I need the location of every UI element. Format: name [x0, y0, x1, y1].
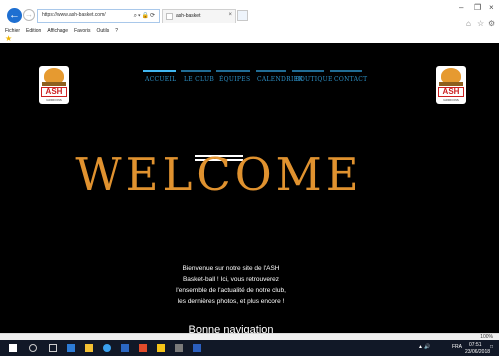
- favicon-icon: [166, 13, 173, 20]
- menu-item-help[interactable]: ?: [115, 28, 118, 34]
- nav-active-indicator: [143, 70, 176, 72]
- logo-subtitle: GRIFFONS: [46, 98, 62, 102]
- logo-band: [439, 82, 463, 86]
- close-tab-icon[interactable]: ×: [228, 12, 232, 18]
- calculator-icon[interactable]: [175, 344, 183, 352]
- search-lock-refresh-icons[interactable]: ⌕▾🔒⟳: [134, 12, 156, 20]
- nav-divider: [330, 70, 362, 72]
- internet-explorer-icon[interactable]: [103, 344, 111, 352]
- nav-le-club[interactable]: LE CLUB: [184, 76, 214, 83]
- menu-item-edition[interactable]: Edition: [26, 28, 41, 34]
- intro-line-2: Basket-ball ! Ici, vous retrouverez: [182, 276, 280, 283]
- nav-divider: [216, 70, 250, 72]
- intro-line-1: Bienvenue sur notre site de l'ASH: [182, 265, 280, 272]
- menu-bar: Fichier Edition Affichage Favoris Outils…: [5, 28, 118, 34]
- forward-button[interactable]: →: [23, 9, 35, 21]
- new-tab-button[interactable]: [237, 10, 248, 21]
- nav-accueil[interactable]: ACCUEIL: [145, 76, 176, 83]
- logo-ash-text: ASH: [438, 87, 464, 97]
- status-bar: 100%: [0, 333, 499, 340]
- edge-icon[interactable]: [67, 344, 75, 352]
- windows-taskbar: ▲ 🔊 FRA 07:51 23/06/2018 □: [0, 340, 499, 356]
- close-window-icon[interactable]: ×: [489, 3, 494, 12]
- nav-divider: [292, 70, 324, 72]
- club-logo-left[interactable]: ASH GRIFFONS: [39, 66, 69, 104]
- windows-start-icon[interactable]: [9, 344, 17, 352]
- language-indicator[interactable]: FRA: [452, 344, 462, 350]
- menu-item-affichage[interactable]: Affichage: [47, 28, 68, 34]
- tab-title: ash-basket: [176, 13, 201, 19]
- nav-equipes[interactable]: ÉQUIPES: [219, 76, 250, 83]
- favorites-star-icon[interactable]: ☆: [477, 19, 484, 28]
- clock-date[interactable]: 23/06/2018: [465, 349, 490, 355]
- browser-chrome: ← → https://www.ash-basket.com/ ⌕▾🔒⟳ ash…: [0, 0, 499, 43]
- favorites-bar-star-icon[interactable]: ★: [5, 34, 12, 43]
- address-bar[interactable]: https://www.ash-basket.com/ ⌕▾🔒⟳: [37, 9, 160, 23]
- nav-divider: [181, 70, 211, 72]
- home-icon[interactable]: ⌂: [466, 19, 471, 28]
- nav-contact[interactable]: CONTACT: [334, 76, 367, 83]
- nav-boutique[interactable]: BOUTIQUE: [295, 76, 333, 83]
- word-icon[interactable]: [193, 344, 201, 352]
- intro-line-4: les dernières photos, et plus encore !: [177, 298, 285, 305]
- file-explorer-icon[interactable]: [85, 344, 93, 352]
- welcome-heading: WELCOME: [75, 148, 363, 201]
- settings-gear-icon[interactable]: ⚙: [488, 19, 495, 28]
- logo-band: [42, 82, 66, 86]
- system-tray-icons[interactable]: ▲ 🔊: [418, 344, 431, 350]
- notifications-icon[interactable]: □: [490, 344, 493, 350]
- back-button[interactable]: ←: [7, 8, 22, 23]
- search-icon[interactable]: [29, 344, 37, 352]
- club-logo-right[interactable]: ASH GRIFFONS: [436, 66, 466, 104]
- logo-subtitle: GRIFFONS: [443, 98, 459, 102]
- app-icon[interactable]: [157, 344, 165, 352]
- minimize-icon[interactable]: –: [459, 3, 463, 12]
- tab-ash-basket[interactable]: ash-basket ×: [162, 9, 236, 23]
- maximize-icon[interactable]: ❐: [474, 3, 481, 12]
- nav-divider: [256, 70, 286, 72]
- app-icon[interactable]: [139, 344, 147, 352]
- menu-item-favoris[interactable]: Favoris: [74, 28, 90, 34]
- menu-item-outils[interactable]: Outils: [96, 28, 109, 34]
- outlook-icon[interactable]: [121, 344, 129, 352]
- address-url[interactable]: https://www.ash-basket.com/: [42, 12, 106, 18]
- intro-line-3: l'ensemble de l'actualité de notre club,: [176, 287, 286, 294]
- logo-ash-text: ASH: [41, 87, 67, 97]
- clock-time[interactable]: 07:51: [469, 342, 482, 348]
- task-view-icon[interactable]: [49, 344, 57, 352]
